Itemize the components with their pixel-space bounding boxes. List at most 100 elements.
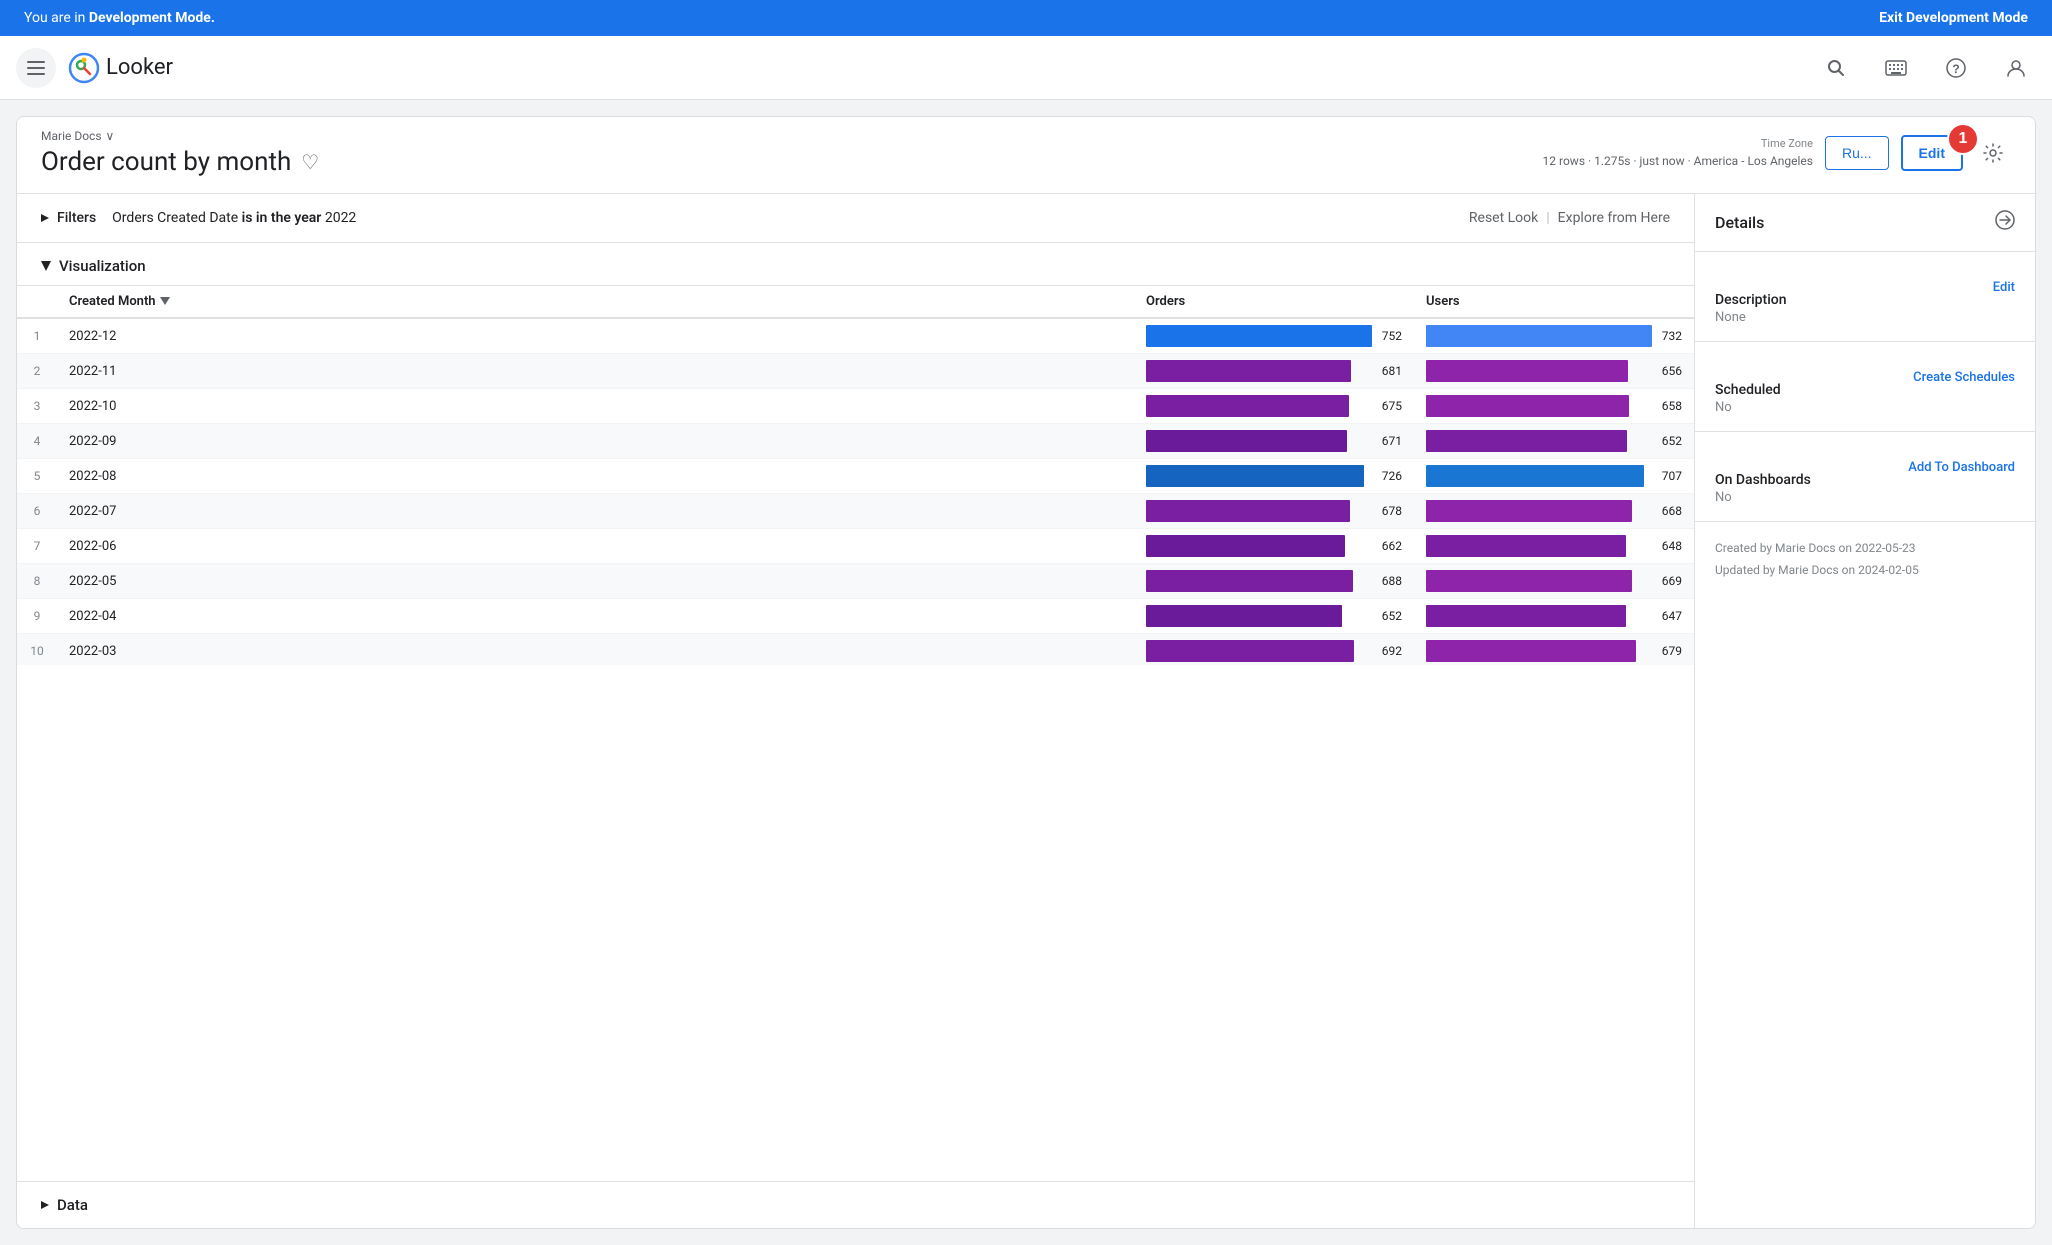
users-bar-cell: 669 (1414, 564, 1694, 599)
month-cell: 2022-12 (57, 318, 1134, 354)
created-text: Created by Marie Docs on 2022-05-23 (1715, 538, 2015, 560)
keyboard-button[interactable] (1876, 48, 1916, 88)
dev-banner: You are in Development Mode. Exit Develo… (0, 0, 2052, 36)
month-cell: 2022-10 (57, 389, 1134, 424)
month-cell: 2022-11 (57, 354, 1134, 389)
row-num: 10 (17, 634, 57, 666)
users-bar-cell: 648 (1414, 529, 1694, 564)
scheduled-section: Scheduled Create Schedules No (1695, 342, 2035, 432)
search-button[interactable] (1816, 48, 1856, 88)
page-header-right: Time Zone 12 rows · 1.275s · just now · … (1543, 135, 2011, 172)
explore-from-here-link[interactable]: Explore from Here (1558, 210, 1670, 226)
orders-bar-cell: 675 (1134, 389, 1414, 424)
scheduled-label: Scheduled (1715, 382, 1781, 398)
filters-section: Filters Orders Created Date is in the ye… (17, 194, 1694, 243)
add-to-dashboard-link[interactable]: Add To Dashboard (1908, 460, 2015, 475)
table-row: 4 2022-09 671 652 (17, 424, 1694, 459)
orders-bar-cell: 652 (1134, 599, 1414, 634)
scheduled-value: No (1715, 400, 2015, 415)
users-bar-cell: 647 (1414, 599, 1694, 634)
data-section[interactable]: Data (17, 1181, 1694, 1228)
col-num (17, 286, 57, 319)
filters-toggle[interactable]: Filters (41, 210, 96, 226)
table-row: 3 2022-10 675 658 (17, 389, 1694, 424)
viz-label: Visualization (59, 257, 146, 275)
right-panel: Details Description Edit None (1695, 194, 2035, 1228)
row-num: 1 (17, 318, 57, 354)
col-orders-header[interactable]: Orders (1134, 286, 1414, 319)
breadcrumb-text: Marie Docs (41, 129, 102, 143)
page-title: Order count by month ♡ (41, 147, 319, 177)
table-row: 1 2022-12 752 732 (17, 318, 1694, 354)
page-header-left: Marie Docs ∨ Order count by month ♡ (41, 129, 319, 177)
col-month-header[interactable]: Created Month (57, 286, 1134, 319)
breadcrumb-chevron: ∨ (106, 129, 115, 143)
main-content: Filters Orders Created Date is in the ye… (17, 194, 2035, 1228)
row-num: 4 (17, 424, 57, 459)
gear-button[interactable] (1975, 135, 2011, 171)
details-title-text: Details (1715, 213, 1764, 232)
dev-banner-exit-button[interactable]: Exit Development Mode (1879, 10, 2028, 26)
edit-button[interactable]: Edit 1 (1901, 135, 1963, 171)
data-section-label: Data (57, 1196, 88, 1214)
users-bar-cell: 707 (1414, 459, 1694, 494)
help-button[interactable]: ? (1936, 48, 1976, 88)
account-button[interactable] (1996, 48, 2036, 88)
description-label: Description (1715, 292, 1787, 308)
table-row: 9 2022-04 652 647 (17, 599, 1694, 634)
orders-bar-cell: 692 (1134, 634, 1414, 666)
page-title-text: Order count by month (41, 147, 291, 177)
meta-rows: 12 rows · 1.275s · just now · America - … (1543, 152, 1813, 171)
row-num: 5 (17, 459, 57, 494)
create-schedules-link[interactable]: Create Schedules (1913, 370, 2015, 385)
breadcrumb[interactable]: Marie Docs ∨ (41, 129, 319, 143)
meta-timezone: Time Zone (1543, 135, 1813, 153)
users-bar-cell: 656 (1414, 354, 1694, 389)
favorite-icon[interactable]: ♡ (301, 150, 319, 174)
data-table: Created Month Orders Users 1 2022-12 (17, 285, 1694, 665)
users-bar-cell: 658 (1414, 389, 1694, 424)
filter-tag: Orders Created Date is in the year 2022 (112, 210, 356, 226)
table-row: 10 2022-03 692 679 (17, 634, 1694, 666)
table-row: 6 2022-07 678 668 (17, 494, 1694, 529)
table-row: 8 2022-05 688 669 (17, 564, 1694, 599)
meta-info: Time Zone 12 rows · 1.275s · just now · … (1543, 135, 1813, 172)
looker-logo: Looker (68, 52, 173, 84)
main-wrapper: Marie Docs ∨ Order count by month ♡ Time… (16, 116, 2036, 1229)
row-num: 2 (17, 354, 57, 389)
orders-bar-cell: 671 (1134, 424, 1414, 459)
row-num: 7 (17, 529, 57, 564)
dashboards-row: On Dashboards Add To Dashboard (1715, 460, 2015, 490)
svg-text:?: ? (1952, 62, 1959, 76)
dashboards-label: On Dashboards (1715, 472, 1811, 488)
users-bar-cell: 679 (1414, 634, 1694, 666)
col-users-header[interactable]: Users (1414, 286, 1694, 319)
details-arrow-icon[interactable] (1995, 210, 2015, 235)
left-panel: Filters Orders Created Date is in the ye… (17, 194, 1695, 1228)
orders-bar-cell: 752 (1134, 318, 1414, 354)
top-nav: Looker (0, 36, 2052, 100)
table-row: 7 2022-06 662 648 (17, 529, 1694, 564)
hamburger-button[interactable] (16, 48, 56, 88)
description-section: Description Edit None (1695, 252, 2035, 342)
filter-actions: Reset Look | Explore from Here (1469, 210, 1670, 226)
users-bar-cell: 668 (1414, 494, 1694, 529)
reset-look-link[interactable]: Reset Look (1469, 210, 1538, 226)
month-cell: 2022-05 (57, 564, 1134, 599)
step-badge: 1 (1947, 123, 1979, 155)
looker-logo-text: Looker (106, 55, 173, 80)
orders-bar-cell: 688 (1134, 564, 1414, 599)
scheduled-row: Scheduled Create Schedules (1715, 370, 2015, 400)
month-cell: 2022-09 (57, 424, 1134, 459)
data-table-scroll[interactable]: Created Month Orders Users 1 2022-12 (17, 285, 1694, 665)
orders-bar-cell: 678 (1134, 494, 1414, 529)
row-num: 3 (17, 389, 57, 424)
orders-bar-cell: 662 (1134, 529, 1414, 564)
run-button[interactable]: Ru... (1825, 136, 1889, 170)
users-bar-cell: 652 (1414, 424, 1694, 459)
month-cell: 2022-03 (57, 634, 1134, 666)
audit-footer: Created by Marie Docs on 2022-05-23 Upda… (1695, 522, 2035, 597)
description-edit-link[interactable]: Edit (1993, 280, 2015, 295)
month-cell: 2022-04 (57, 599, 1134, 634)
viz-header[interactable]: Visualization (17, 243, 1694, 285)
